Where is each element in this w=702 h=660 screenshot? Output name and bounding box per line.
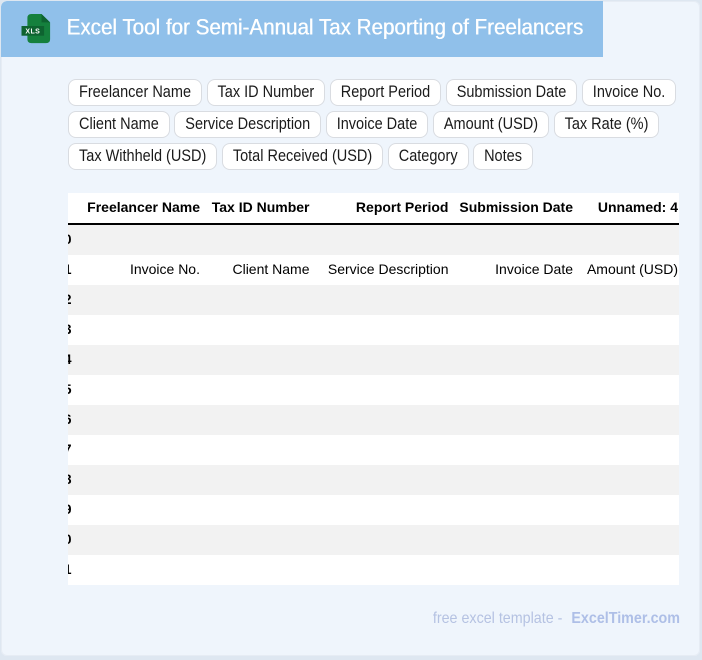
svg-text:XLS: XLS — [25, 28, 40, 35]
